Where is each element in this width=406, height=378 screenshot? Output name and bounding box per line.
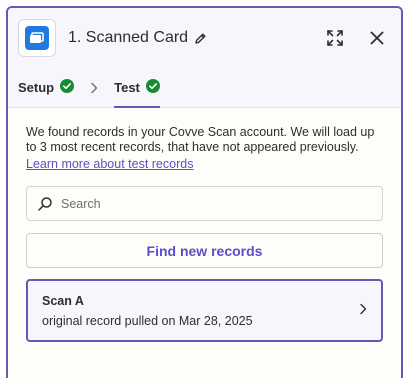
search-box[interactable] — [26, 186, 383, 221]
close-icon[interactable] — [365, 26, 389, 50]
find-new-records-button[interactable]: Find new records — [26, 233, 383, 268]
expand-icon[interactable] — [323, 26, 347, 50]
pencil-icon[interactable] — [194, 32, 207, 45]
record-subtitle: original record pulled on Mar 28, 2025 — [42, 313, 253, 328]
tab-test[interactable]: Test — [114, 68, 160, 108]
search-input[interactable] — [61, 196, 372, 211]
test-content: We found records in your Covve Scan acco… — [8, 108, 401, 342]
check-circle-icon — [60, 79, 75, 96]
record-text: Scan A original record pulled on Mar 28,… — [42, 294, 253, 328]
tab-test-label: Test — [114, 80, 140, 95]
chevron-right-icon — [359, 302, 367, 320]
step-tabs: Setup Test — [8, 68, 401, 108]
chevron-right-icon — [90, 68, 98, 107]
record-title: Scan A — [42, 293, 84, 308]
search-icon — [38, 196, 52, 211]
record-item[interactable]: Scan A original record pulled on Mar 28,… — [26, 279, 383, 342]
tab-setup[interactable]: Setup — [18, 68, 75, 107]
step-panel: 1. Scanned Card Setup Test We found reco… — [6, 6, 403, 378]
panel-header: 1. Scanned Card — [8, 8, 401, 68]
learn-more-link[interactable]: Learn more about test records — [26, 157, 193, 171]
tab-setup-label: Setup — [18, 80, 55, 95]
step-title-text: 1. Scanned Card — [68, 29, 189, 46]
step-title[interactable]: 1. Scanned Card — [68, 29, 207, 47]
covve-scan-app-icon — [18, 19, 56, 57]
check-circle-icon — [145, 79, 160, 96]
header-actions — [323, 26, 389, 50]
test-description: We found records in your Covve Scan acco… — [26, 125, 375, 154]
covve-scan-icon — [25, 26, 49, 50]
